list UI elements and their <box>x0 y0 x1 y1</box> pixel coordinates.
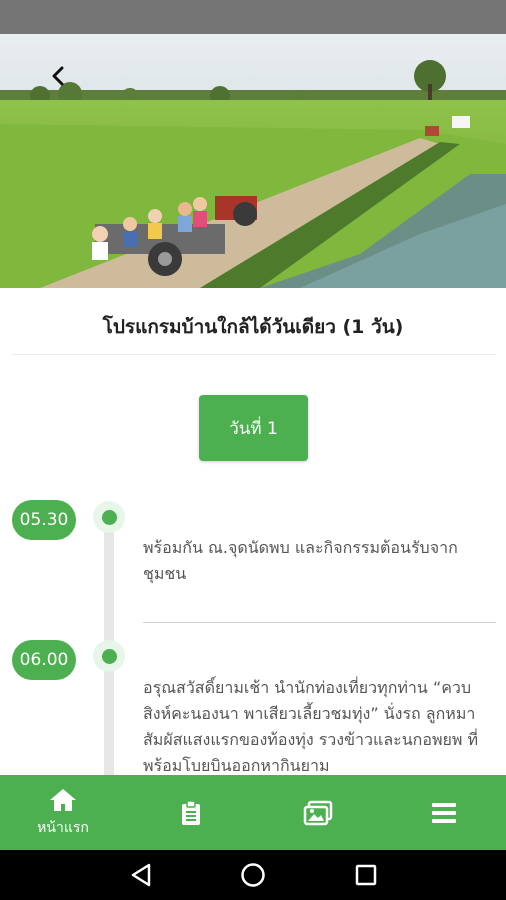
gallery-icon <box>303 800 333 825</box>
title-divider <box>12 354 496 355</box>
time-badge: 06.00 <box>12 640 76 680</box>
event-divider <box>143 622 496 623</box>
day-tab-button[interactable]: วันที่ 1 <box>199 395 308 461</box>
home-icon <box>50 788 76 811</box>
chevron-left-icon <box>52 66 64 86</box>
back-button[interactable] <box>40 58 76 94</box>
nav-label-home: หน้าแรก <box>37 819 89 836</box>
circle-home-icon <box>241 863 265 887</box>
nav-item-home[interactable]: หน้าแรก <box>15 775 111 850</box>
nav-item-program[interactable] <box>143 775 239 850</box>
time-badge: 05.30 <box>12 500 76 540</box>
square-recents-icon <box>355 864 377 886</box>
timeline-event-text: อรุณสวัสดิ์ยามเช้า นำนักท่องเที่ยวทุกท่า… <box>143 678 479 775</box>
timeline-dot <box>93 640 125 672</box>
status-bar <box>0 0 506 34</box>
triangle-back-icon <box>131 863 151 887</box>
system-home-button[interactable] <box>228 850 278 900</box>
nav-item-menu[interactable] <box>396 775 492 850</box>
timeline-event-text: พร้อมกัน ณ.จุดนัดพบ และกิจกรรมต้อนรับจาก… <box>143 538 458 583</box>
system-back-button[interactable] <box>116 850 166 900</box>
page-title: โปรแกรมบ้านใกล้ได้วันเดียว (1 วัน) <box>102 316 404 338</box>
timeline-dot <box>93 501 125 533</box>
clipboard-icon <box>182 799 200 825</box>
menu-icon <box>432 802 456 823</box>
bottom-navigation-bar: หน้าแรก <box>0 775 506 850</box>
nav-item-gallery[interactable] <box>270 775 366 850</box>
system-recents-button[interactable] <box>341 850 391 900</box>
system-navigation-bar <box>0 850 506 900</box>
